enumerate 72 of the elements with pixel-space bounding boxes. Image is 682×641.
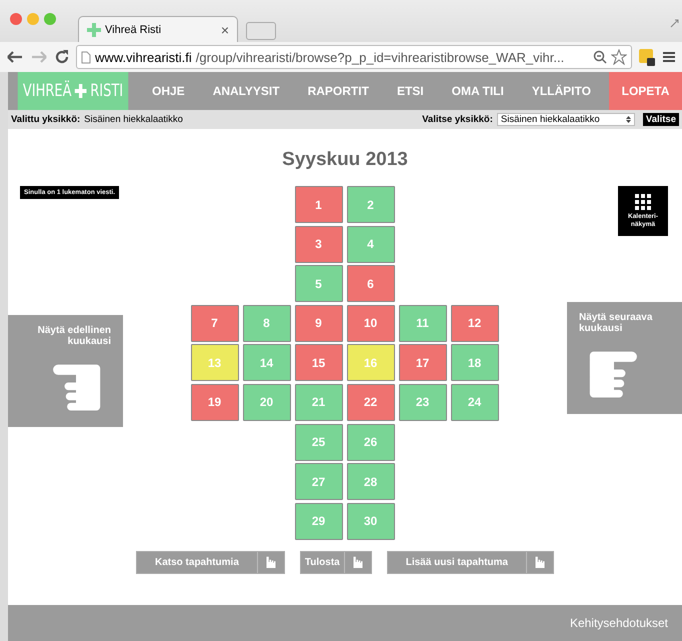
calendar-day[interactable]: 2 (346, 186, 394, 223)
calendar-day[interactable]: 5 (294, 265, 342, 302)
cross-icon (74, 84, 87, 98)
tab-close-button[interactable]: × (220, 22, 229, 38)
nav-item[interactable]: OMA TILI (438, 72, 518, 110)
calendar-day[interactable]: 8 (242, 304, 290, 342)
nav-item[interactable]: ETSI (382, 72, 438, 110)
calendar-day[interactable]: 27 (294, 463, 342, 500)
calendar-day[interactable]: 21 (294, 384, 342, 421)
month-title: Syyskuu 2013 (281, 148, 409, 172)
calendar-day[interactable]: 23 (398, 384, 446, 421)
url-host: www.vihrearisti.fi (95, 50, 192, 64)
calendar-day[interactable]: 4 (346, 226, 394, 263)
calendar-day[interactable]: 30 (346, 502, 394, 540)
calendar-day[interactable]: 1 (294, 186, 342, 223)
feedback-link[interactable]: Kehitysehdotukset (570, 616, 668, 630)
nav-item[interactable]: YLLÄPITO (518, 72, 605, 110)
logout-button[interactable]: LOPETA (609, 72, 682, 110)
search-icon[interactable] (593, 50, 607, 64)
hand-icon (264, 554, 277, 570)
menu-icon[interactable] (662, 50, 676, 64)
star-icon[interactable] (611, 49, 627, 65)
action-button[interactable]: Tulosta (300, 550, 372, 574)
previous-month-button[interactable]: Näytä edellinen kuukausi (8, 315, 123, 427)
unit-select[interactable]: Sisäinen hiekkalaatikko (496, 113, 635, 126)
calendar-day[interactable]: 6 (346, 265, 394, 302)
field-label: Valitse yksikkö: (422, 114, 493, 125)
extension-icon[interactable] (638, 47, 656, 67)
calendar-day[interactable]: 25 (294, 424, 342, 461)
action-button[interactable]: Katso tapahtumia (136, 550, 285, 574)
action-button[interactable]: Lisää uusi tapahtuma (386, 550, 554, 574)
nav-item[interactable]: RAPORTIT (294, 72, 383, 110)
tab-title: Vihreä Risti (105, 24, 162, 36)
page-icon (81, 50, 91, 64)
calendar-day[interactable]: 11 (398, 304, 446, 342)
logo-text: RISTI (90, 81, 124, 101)
nav-item[interactable]: OHJE (138, 72, 199, 110)
close-window-button[interactable] (10, 13, 22, 25)
logo-text: VIHREÄ (22, 81, 72, 101)
nav-item[interactable]: ANALYYSIT (198, 72, 294, 110)
address-bar[interactable]: www.vihrearisti.fi /group/vihrearisti/browse?p_p_id=vihrearistibrowse_WAR_vihr... (76, 45, 632, 69)
calendar-day[interactable]: 10 (346, 304, 394, 342)
calendar-day[interactable]: 19 (190, 384, 238, 421)
hand-icon (352, 554, 364, 570)
field-label: Valittu yksikkö: (11, 114, 80, 125)
field-value: Sisäinen hiekkalaatikko (84, 114, 183, 125)
reload-icon[interactable] (54, 49, 70, 65)
hand-icon (534, 554, 546, 570)
calendar-day[interactable]: 12 (450, 304, 498, 342)
browser-tab[interactable]: Vihreä Risti × (78, 16, 238, 42)
calendar-day[interactable]: 20 (242, 384, 290, 421)
fullscreen-icon[interactable] (670, 18, 680, 28)
calendar-day[interactable]: 15 (294, 344, 342, 382)
logo[interactable]: VIHREÄ RISTI (18, 72, 128, 110)
calendar-day[interactable]: 29 (294, 502, 342, 540)
cross-icon (87, 22, 101, 36)
grid-icon (635, 194, 651, 210)
calendar-day[interactable]: 3 (294, 226, 342, 263)
calendar-day[interactable]: 18 (450, 344, 498, 382)
calendar-day[interactable]: 26 (346, 424, 394, 461)
select-button[interactable]: Valitse (642, 113, 679, 126)
calendar-day[interactable]: 24 (450, 384, 498, 421)
select-arrow-icon (626, 115, 631, 124)
calendar-day[interactable]: 7 (190, 304, 238, 342)
calendar-day[interactable]: 9 (294, 304, 342, 342)
calendar-day[interactable]: 28 (346, 463, 394, 500)
calendar-day[interactable]: 22 (346, 384, 394, 421)
back-icon[interactable] (6, 50, 24, 64)
next-month-button[interactable]: Näytä seuraava kuukausi (567, 302, 682, 414)
url-path: /group/vihrearisti/browse?p_p_id=vihrearistibrowse_WAR_vihr... (196, 50, 564, 64)
calendar-day[interactable]: 17 (398, 344, 446, 382)
calendar-day[interactable]: 14 (242, 344, 290, 382)
